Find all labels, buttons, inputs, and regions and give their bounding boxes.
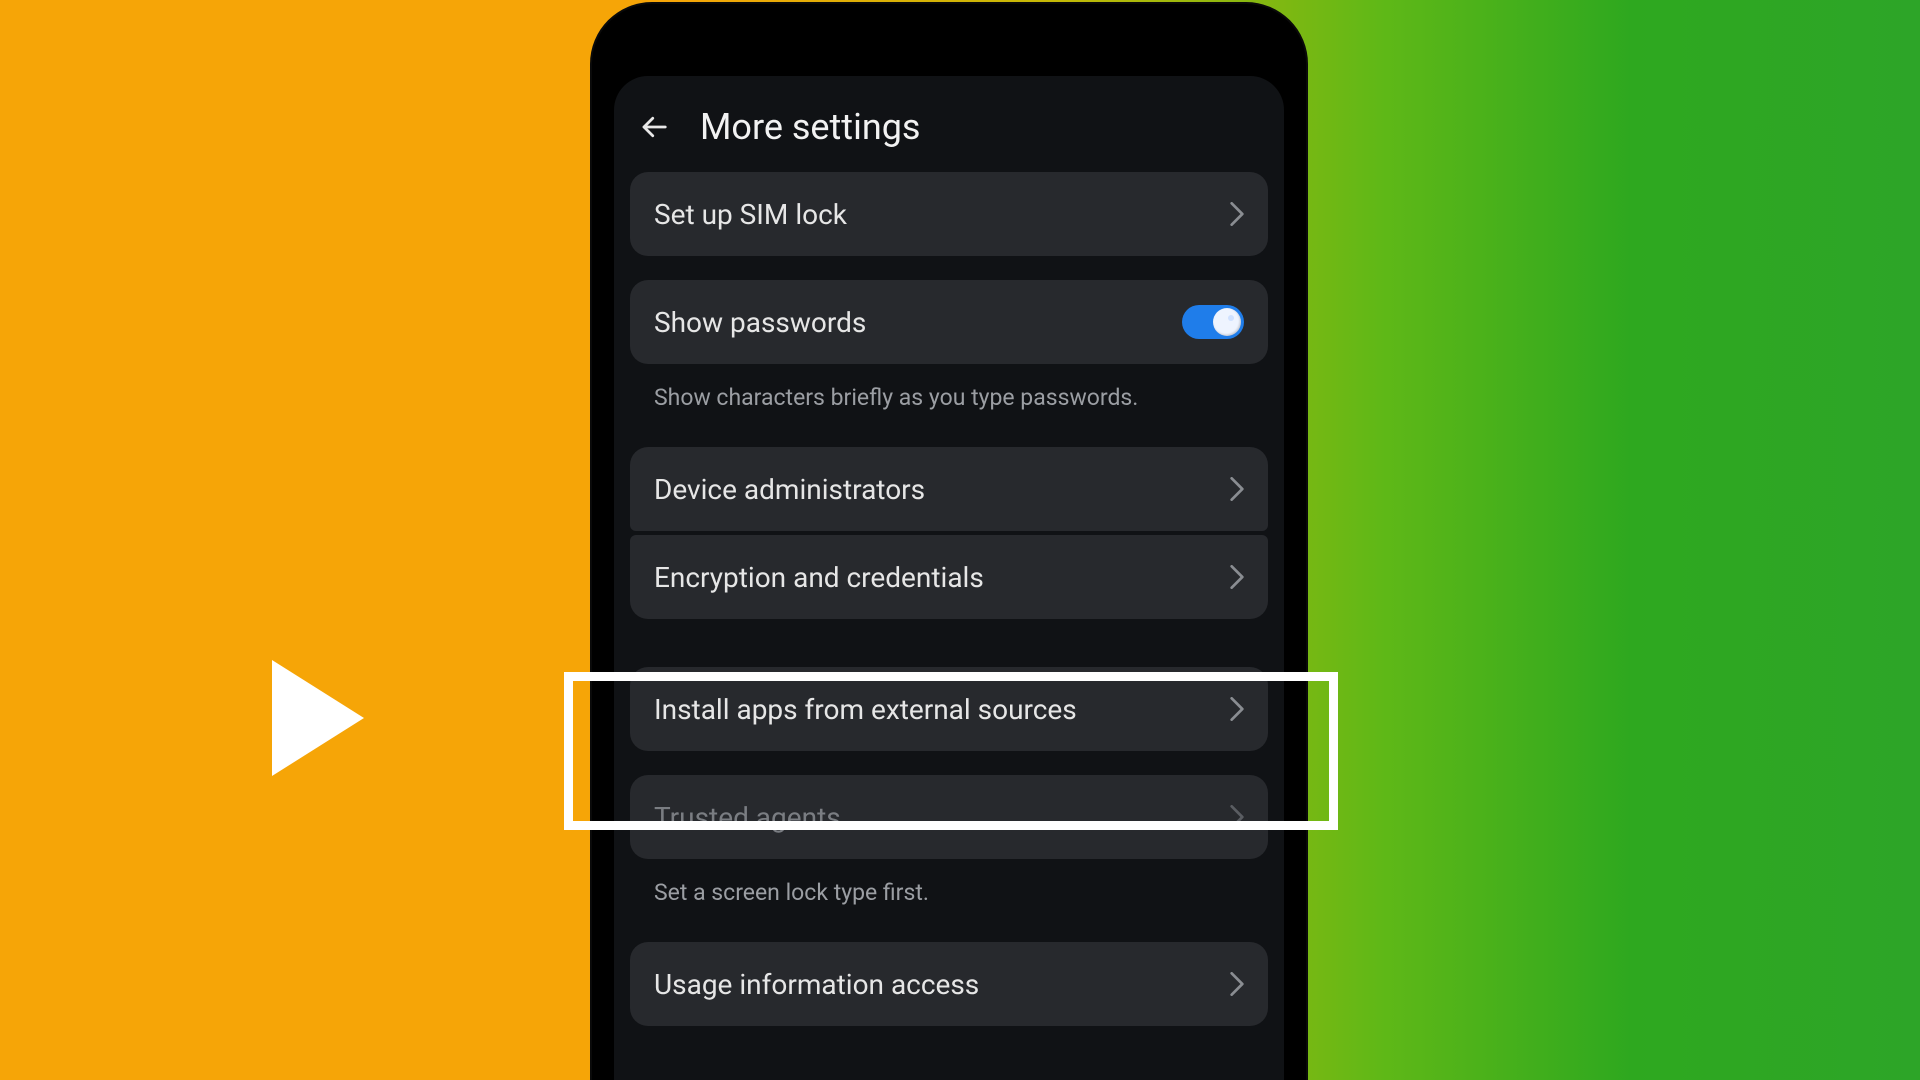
row-label: Show passwords [654,306,866,339]
toggle-knob [1213,308,1241,336]
app-header: More settings [614,76,1284,172]
row-show-passwords[interactable]: Show passwords [630,280,1268,364]
row-device-administrators[interactable]: Device administrators [630,447,1268,531]
row-label: Set up SIM lock [654,198,847,231]
row-usage-information-access[interactable]: Usage information access [630,942,1268,1026]
show-passwords-toggle[interactable] [1182,305,1244,339]
play-pointer-icon [272,660,364,776]
chevron-right-icon [1230,477,1244,501]
row-encryption-credentials[interactable]: Encryption and credentials [630,535,1268,619]
chevron-right-icon [1230,972,1244,996]
row-sim-lock[interactable]: Set up SIM lock [630,172,1268,256]
page-title: More settings [700,106,921,148]
show-passwords-helper: Show characters briefly as you type pass… [630,378,1268,447]
phone-frame: More settings Set up SIM lock Show passw… [592,4,1306,1080]
row-label: Encryption and credentials [654,561,984,594]
chevron-right-icon [1230,697,1244,721]
trusted-agents-helper: Set a screen lock type first. [630,873,1268,942]
chevron-right-icon [1230,202,1244,226]
row-label: Usage information access [654,968,979,1001]
chevron-right-icon [1230,565,1244,589]
row-label: Device administrators [654,473,925,506]
arrow-left-icon [639,112,669,142]
stage-background: More settings Set up SIM lock Show passw… [0,0,1920,1080]
phone-bezel: More settings Set up SIM lock Show passw… [606,18,1292,1080]
row-trusted-agents: Trusted agents [630,775,1268,859]
back-button[interactable] [638,111,670,143]
row-install-external-sources[interactable]: Install apps from external sources [630,667,1268,751]
chevron-right-icon [1230,805,1244,829]
settings-list: Set up SIM lock Show passwords Show char… [614,172,1284,1026]
row-label: Install apps from external sources [654,693,1077,726]
phone-screen: More settings Set up SIM lock Show passw… [614,76,1284,1080]
row-label: Trusted agents [654,801,841,834]
